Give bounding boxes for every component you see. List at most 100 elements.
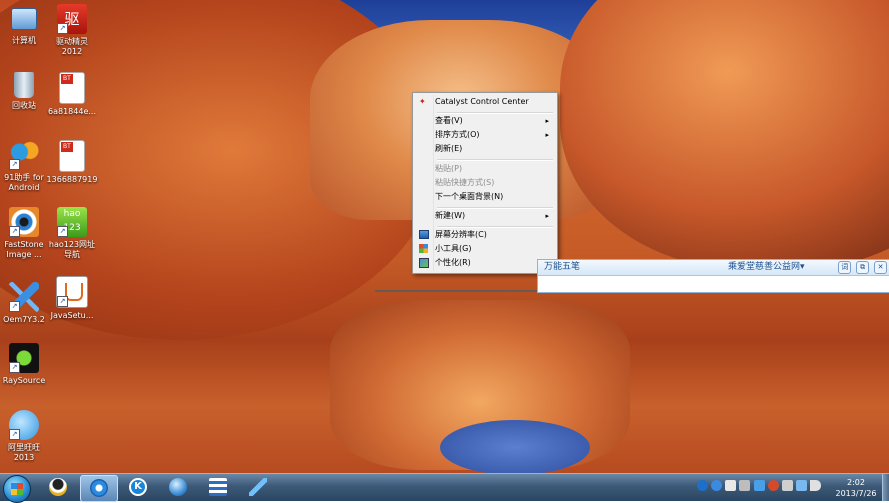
faststone-eye-icon: ↗ xyxy=(9,207,39,237)
tray-security-icon[interactable] xyxy=(768,480,779,491)
ime-composition-area[interactable] xyxy=(538,276,889,292)
qq-penguin-icon xyxy=(49,478,67,496)
menu-item-sort[interactable]: 排序方式(O) ▸ xyxy=(415,128,555,142)
clock-time: 2:02 xyxy=(847,478,865,487)
ime-ad-link[interactable]: 乘爱堂慈善公益网▾ xyxy=(728,261,805,274)
menu-item-label: 刷新(E) xyxy=(435,144,463,153)
computer-icon xyxy=(11,8,37,30)
desktop-icon-aliwangwang[interactable]: ↗ 阿里旺旺 2013 xyxy=(0,410,55,463)
submenu-arrow-icon: ▸ xyxy=(545,131,549,139)
shortcut-arrow-icon: ↗ xyxy=(9,226,20,237)
icon-label: 1366887919 xyxy=(46,175,98,184)
ime-mode-tab[interactable]: 万能五笔 xyxy=(540,261,584,274)
shortcut-arrow-icon: ↗ xyxy=(9,429,20,440)
shortcut-arrow-icon: ↗ xyxy=(9,362,20,373)
tray-settings-icon[interactable] xyxy=(725,480,736,491)
desktop-icon-java-setup[interactable]: ↗ JavaSetu... xyxy=(41,276,103,321)
menu-item-catalyst[interactable]: ✦ Catalyst Control Center xyxy=(415,95,555,109)
start-button[interactable] xyxy=(3,475,31,503)
menu-item-label: 屏幕分辨率(C) xyxy=(435,230,487,239)
aliwangwang-icon: ↗ xyxy=(9,410,39,440)
oem-plane-icon: ↗ xyxy=(9,282,39,312)
menu-item-label: Catalyst Control Center xyxy=(435,97,529,106)
raysource-icon: ↗ xyxy=(9,343,39,373)
tray-keyboard-icon[interactable] xyxy=(739,480,750,491)
menu-item-gadgets[interactable]: 小工具(G) xyxy=(415,242,555,256)
java-icon: ↗ xyxy=(56,276,88,308)
shortcut-arrow-icon: ↗ xyxy=(57,296,68,307)
menu-item-next-background[interactable]: 下一个桌面背景(N) xyxy=(415,190,555,204)
menu-item-new[interactable]: 新建(W) ▸ xyxy=(415,209,555,223)
torrent-file-icon: BT xyxy=(59,72,85,104)
internet-explorer-icon xyxy=(90,479,108,497)
browser-globe-icon xyxy=(169,478,187,496)
desktop-icon-driver-genius[interactable]: 驱 ↗ 驱动精灵 2012 xyxy=(41,4,103,57)
menu-item-screen-resolution[interactable]: 屏幕分辨率(C) xyxy=(415,228,555,242)
icon-label: RaySource xyxy=(2,376,46,385)
menu-item-label: 粘贴(P) xyxy=(435,164,463,173)
menu-item-label: 粘贴快捷方式(S) xyxy=(435,178,495,187)
taskbar-app-file-manager[interactable] xyxy=(200,475,236,500)
menu-item-paste-shortcut: 粘贴快捷方式(S) xyxy=(415,176,555,190)
shortcut-arrow-icon: ↗ xyxy=(57,226,68,237)
taskbar-app-ie[interactable] xyxy=(80,475,118,502)
shortcut-arrow-icon: ↗ xyxy=(9,159,20,170)
taskbar-app-oem[interactable] xyxy=(240,475,276,500)
tray-volume-icon[interactable] xyxy=(810,480,821,491)
tray-help-icon[interactable] xyxy=(711,480,722,491)
desktop-wallpaper[interactable]: 计算机 回收站 ↗ 91助手 for Android ↗ FastStone I… xyxy=(0,0,889,473)
clock-date: 2013/7/26 xyxy=(835,489,877,498)
icon-label: 驱动精灵 2012 xyxy=(56,37,88,56)
monitor-icon xyxy=(419,230,429,239)
menu-item-label: 个性化(R) xyxy=(435,258,471,267)
personalize-icon xyxy=(419,258,429,268)
menu-item-label: 下一个桌面背景(N) xyxy=(435,192,504,201)
tray-network-icon[interactable] xyxy=(796,480,807,491)
menu-item-label: 新建(W) xyxy=(435,211,466,220)
91-assistant-icon: ↗ xyxy=(9,140,39,170)
menu-item-label: 查看(V) xyxy=(435,116,463,125)
catalyst-icon: ✦ xyxy=(419,97,426,106)
icon-label: hao123网址 导航 xyxy=(48,240,96,259)
menu-item-view[interactable]: 查看(V) ▸ xyxy=(415,114,555,128)
desktop-icon-torrent-1[interactable]: BT 6a81844e... xyxy=(41,72,103,117)
submenu-arrow-icon: ▸ xyxy=(545,212,549,220)
menu-separator xyxy=(437,159,553,161)
ime-restore-button[interactable]: ⧉ xyxy=(856,261,870,274)
tray-input-icon[interactable] xyxy=(697,480,708,491)
ime-close-button[interactable]: ✕ xyxy=(874,261,887,274)
gadgets-icon xyxy=(419,244,428,253)
menu-item-refresh[interactable]: 刷新(E) xyxy=(415,142,555,156)
icon-label: JavaSetu... xyxy=(50,311,94,320)
menu-item-label: 排序方式(O) xyxy=(435,130,480,139)
driver-genius-icon: 驱 ↗ xyxy=(57,4,87,34)
torrent-file-icon: BT xyxy=(59,140,85,172)
ime-word-button[interactable]: 词 xyxy=(838,261,852,274)
taskbar-app-kugou[interactable]: K xyxy=(120,475,156,500)
desktop-icon-hao123[interactable]: hao 123 ↗ hao123网址 导航 xyxy=(41,207,103,260)
menu-item-personalize[interactable]: 个性化(R) xyxy=(415,256,555,270)
tray-shield-icon[interactable] xyxy=(754,480,765,491)
ime-buttons: 词 ⧉ ✕ xyxy=(836,261,887,274)
taskbar-clock[interactable]: 2:02 2013/7/26 xyxy=(830,477,882,499)
file-manager-icon xyxy=(209,478,227,496)
desktop-icon-raysource[interactable]: ↗ RaySource xyxy=(0,343,55,386)
menu-item-paste: 粘贴(P) xyxy=(415,162,555,176)
kugou-k-icon: K xyxy=(129,478,147,496)
icon-label: 6a81844e... xyxy=(48,107,96,116)
windows-logo-icon xyxy=(11,483,23,495)
wallpaper-water xyxy=(440,420,590,473)
ime-title-bar: 万能五笔 乘爱堂慈善公益网▾ 词 ⧉ ✕ xyxy=(538,260,889,276)
hao123-icon: hao 123 ↗ xyxy=(57,207,87,237)
desktop-context-menu: ✦ Catalyst Control Center 查看(V) ▸ 排序方式(O… xyxy=(412,92,558,274)
icon-label: 阿里旺旺 2013 xyxy=(8,443,40,462)
submenu-arrow-icon: ▸ xyxy=(545,117,549,125)
ime-toolbar: 万能五笔 乘爱堂慈善公益网▾ 词 ⧉ ✕ xyxy=(537,259,889,293)
shortcut-arrow-icon: ↗ xyxy=(57,23,68,34)
desktop-icon-torrent-2[interactable]: BT 1366887919 xyxy=(41,140,103,185)
taskbar-app-qq[interactable] xyxy=(40,475,76,500)
show-desktop-button[interactable] xyxy=(882,474,889,501)
tray-flag-icon[interactable] xyxy=(782,480,793,491)
taskbar-app-browser[interactable] xyxy=(160,475,196,500)
oem-plane-icon xyxy=(249,478,267,496)
